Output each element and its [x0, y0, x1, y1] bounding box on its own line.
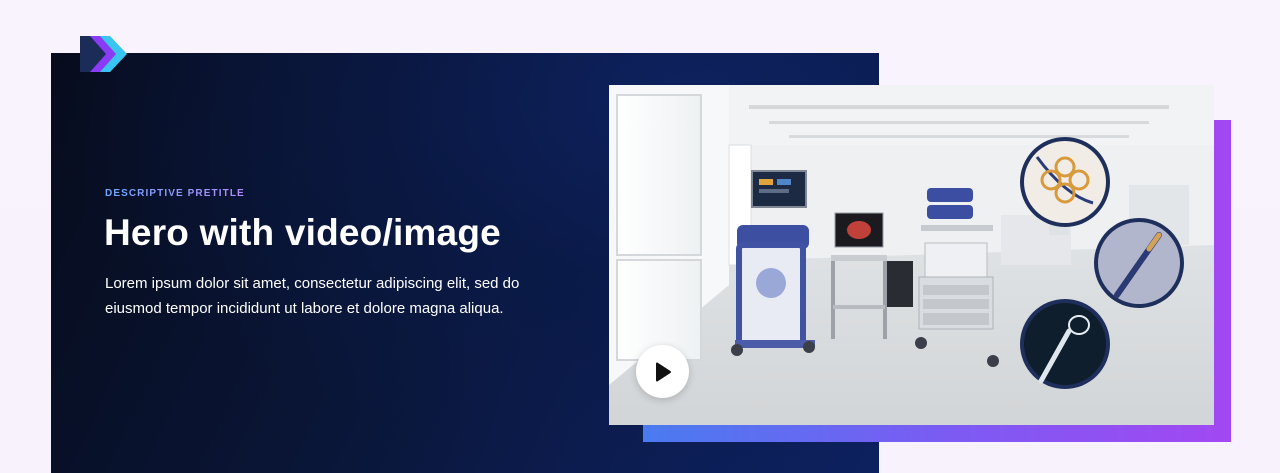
play-button[interactable]	[636, 345, 689, 398]
hero-pretitle: DESCRIPTIVE PRETITLE	[105, 188, 245, 199]
brand-logo-icon[interactable]	[80, 36, 130, 72]
hero-media[interactable]	[609, 85, 1214, 425]
hero-title: Hero with video/image	[104, 212, 501, 253]
play-icon	[655, 362, 671, 381]
hero-body: Lorem ipsum dolor sit amet, consectetur …	[105, 275, 520, 317]
